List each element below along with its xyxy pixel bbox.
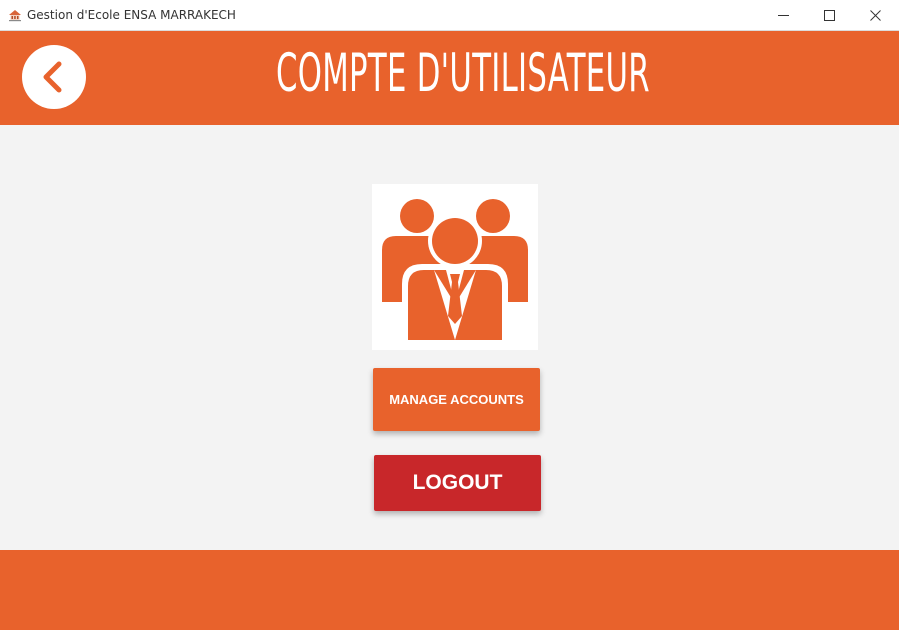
users-group-icon (382, 199, 528, 344)
chevron-left-icon (43, 61, 62, 93)
window-title: Gestion d'Ecole ENSA MARRAKECH (27, 8, 236, 22)
minimize-button[interactable] (760, 0, 806, 30)
maximize-icon (823, 9, 835, 21)
manage-accounts-button[interactable]: MANAGE ACCOUNTS (373, 368, 540, 431)
minimize-icon (777, 14, 789, 16)
close-icon (869, 9, 881, 21)
back-button[interactable] (22, 45, 86, 109)
close-button[interactable] (852, 0, 898, 30)
window-titlebar: Gestion d'Ecole ENSA MARRAKECH (0, 0, 899, 31)
maximize-button[interactable] (806, 0, 852, 30)
footer-bar (0, 550, 899, 630)
app-icon (9, 10, 21, 22)
logout-button[interactable]: LOGOUT (374, 455, 541, 511)
page-title: COMPTE D'UTILISATEUR (276, 43, 650, 104)
users-group-image (372, 184, 538, 350)
header-bar: COMPTE D'UTILISATEUR (0, 31, 899, 125)
